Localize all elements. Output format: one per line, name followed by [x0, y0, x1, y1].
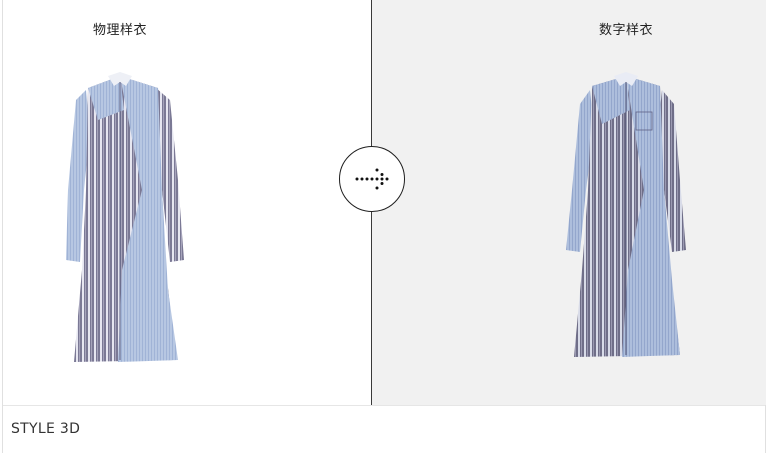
- digital-dress-image: [566, 72, 686, 357]
- dotted-arrow-right-icon: [355, 168, 389, 190]
- transition-badge: [339, 146, 405, 212]
- digital-sample-panel: 数字样衣: [372, 0, 766, 405]
- footer: STYLE 3D: [3, 405, 765, 454]
- physical-sample-title: 物理样衣: [93, 23, 148, 38]
- digital-sample-title: 数字样衣: [599, 23, 654, 38]
- physical-dress-image: [66, 72, 184, 362]
- brand-label: STYLE 3D: [11, 421, 81, 437]
- physical-sample-panel: 物理样衣: [3, 0, 371, 405]
